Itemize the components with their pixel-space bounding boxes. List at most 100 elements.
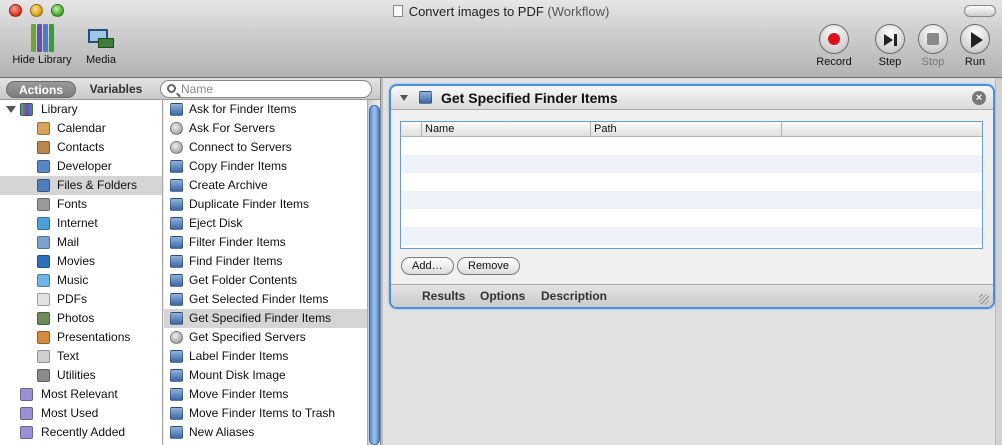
finder-icon xyxy=(170,369,183,382)
document-icon xyxy=(392,5,403,17)
library-item[interactable]: Mail xyxy=(0,233,162,252)
action-item[interactable]: Get Folder Contents xyxy=(164,271,380,290)
run-icon xyxy=(971,32,983,48)
action-item[interactable]: Label Finder Items xyxy=(164,347,380,366)
library-item[interactable]: Fonts xyxy=(0,195,162,214)
action-card: Get Specified Finder Items × Name Path A… xyxy=(389,84,995,309)
action-item[interactable]: Connect to Servers xyxy=(164,138,380,157)
smart-folder-icon xyxy=(20,388,33,401)
action-item[interactable]: Ask For Servers xyxy=(164,119,380,138)
collapse-triangle-icon[interactable] xyxy=(400,95,408,101)
action-item[interactable]: New Aliases xyxy=(164,423,380,442)
action-item[interactable]: Move Finder Items xyxy=(164,385,380,404)
smart-group-item[interactable]: Most Used xyxy=(0,404,162,423)
action-item[interactable]: Copy Finder Items xyxy=(164,157,380,176)
library-item[interactable]: Contacts xyxy=(0,138,162,157)
action-item[interactable]: Find Finder Items xyxy=(164,252,380,271)
items-table[interactable]: Name Path xyxy=(400,121,983,249)
action-card-footer: Results Options Description xyxy=(391,284,993,307)
utilities-icon xyxy=(37,369,50,382)
action-item[interactable]: Mount Disk Image xyxy=(164,366,380,385)
library-item[interactable]: Internet xyxy=(0,214,162,233)
search-icon xyxy=(167,84,176,93)
options-tab[interactable]: Options xyxy=(480,289,525,303)
stop-button[interactable]: Stop xyxy=(916,24,950,68)
action-item[interactable]: Get Selected Finder Items xyxy=(164,290,380,309)
table-row[interactable] xyxy=(401,155,982,173)
description-tab[interactable]: Description xyxy=(541,289,607,303)
contacts-icon xyxy=(37,141,50,154)
record-button[interactable]: Record xyxy=(814,24,854,68)
action-item[interactable]: Duplicate Finder Items xyxy=(164,195,380,214)
search-field[interactable] xyxy=(160,80,372,98)
action-item[interactable]: Ask for Finder Items xyxy=(164,100,380,119)
actions-tab[interactable]: Actions xyxy=(6,81,76,98)
library-item[interactable]: Presentations xyxy=(0,328,162,347)
window-toolbar: Convert images to PDF (Workflow) Hide Li… xyxy=(0,0,1002,78)
library-root[interactable]: Library xyxy=(0,100,162,119)
finder-icon xyxy=(170,255,183,268)
table-row[interactable] xyxy=(401,173,982,191)
action-card-header[interactable]: Get Specified Finder Items × xyxy=(391,86,993,110)
finder-icon xyxy=(37,179,50,192)
toolbar-toggle-button[interactable] xyxy=(964,5,996,17)
scrollbar-thumb[interactable] xyxy=(369,105,380,445)
library-item[interactable]: Photos xyxy=(0,309,162,328)
library-item[interactable]: Text xyxy=(0,347,162,366)
variables-tab[interactable]: Variables xyxy=(80,81,152,98)
library-item[interactable]: Developer xyxy=(0,157,162,176)
action-card-title: Get Specified Finder Items xyxy=(441,90,618,106)
library-item[interactable]: Calendar xyxy=(0,119,162,138)
library-item[interactable]: PDFs xyxy=(0,290,162,309)
table-row[interactable] xyxy=(401,137,982,155)
finder-icon xyxy=(170,103,183,116)
finder-icon xyxy=(170,293,183,306)
library-item[interactable]: Files & Folders xyxy=(0,176,162,195)
table-header: Name Path xyxy=(401,122,982,137)
disclosure-triangle-icon[interactable] xyxy=(6,106,16,113)
resize-grip-icon[interactable] xyxy=(979,294,989,304)
finder-icon xyxy=(170,198,183,211)
remove-button[interactable]: Remove xyxy=(457,257,520,275)
add-button[interactable]: Add… xyxy=(401,257,454,275)
step-icon xyxy=(884,34,893,46)
library-item[interactable]: Utilities xyxy=(0,366,162,385)
library-item[interactable]: Music xyxy=(0,271,162,290)
close-icon[interactable]: × xyxy=(972,91,986,105)
run-button[interactable]: Run xyxy=(958,24,992,68)
results-tab[interactable]: Results xyxy=(422,289,465,303)
action-item[interactable]: Move Finder Items to Trash xyxy=(164,404,380,423)
step-button[interactable]: Step xyxy=(873,24,907,68)
library-item[interactable]: Movies xyxy=(0,252,162,271)
actions-scrollbar[interactable] xyxy=(367,100,380,445)
action-item[interactable]: Get Specified Servers xyxy=(164,328,380,347)
table-row[interactable] xyxy=(401,227,982,245)
table-row[interactable] xyxy=(401,209,982,227)
column-header-path[interactable]: Path xyxy=(590,122,782,137)
library-books-icon xyxy=(20,103,33,116)
developer-icon xyxy=(37,160,50,173)
finder-icon xyxy=(170,388,183,401)
workflow-scrollbar[interactable] xyxy=(995,78,1002,445)
music-icon xyxy=(37,274,50,287)
action-item[interactable]: Create Archive xyxy=(164,176,380,195)
column-header-name[interactable]: Name xyxy=(421,122,591,137)
column-header-empty xyxy=(781,122,982,137)
table-body xyxy=(401,137,982,248)
media-button[interactable]: Media xyxy=(82,24,120,66)
action-item[interactable]: Eject Disk xyxy=(164,214,380,233)
action-item[interactable]: Filter Finder Items xyxy=(164,233,380,252)
mail-icon xyxy=(37,236,50,249)
server-icon xyxy=(170,331,183,344)
finder-icon xyxy=(170,236,183,249)
media-icon xyxy=(86,24,116,52)
search-input[interactable] xyxy=(181,82,361,96)
smart-group-item[interactable]: Most Relevant xyxy=(0,385,162,404)
action-item[interactable]: Get Specified Finder Items xyxy=(164,309,380,328)
stop-icon xyxy=(927,33,939,45)
window-title: Convert images to PDF (Workflow) xyxy=(0,4,1002,19)
smart-group-item[interactable]: Recently Added xyxy=(0,423,162,442)
hide-library-button[interactable]: Hide Library xyxy=(8,24,76,66)
finder-icon xyxy=(170,407,183,420)
table-row[interactable] xyxy=(401,191,982,209)
